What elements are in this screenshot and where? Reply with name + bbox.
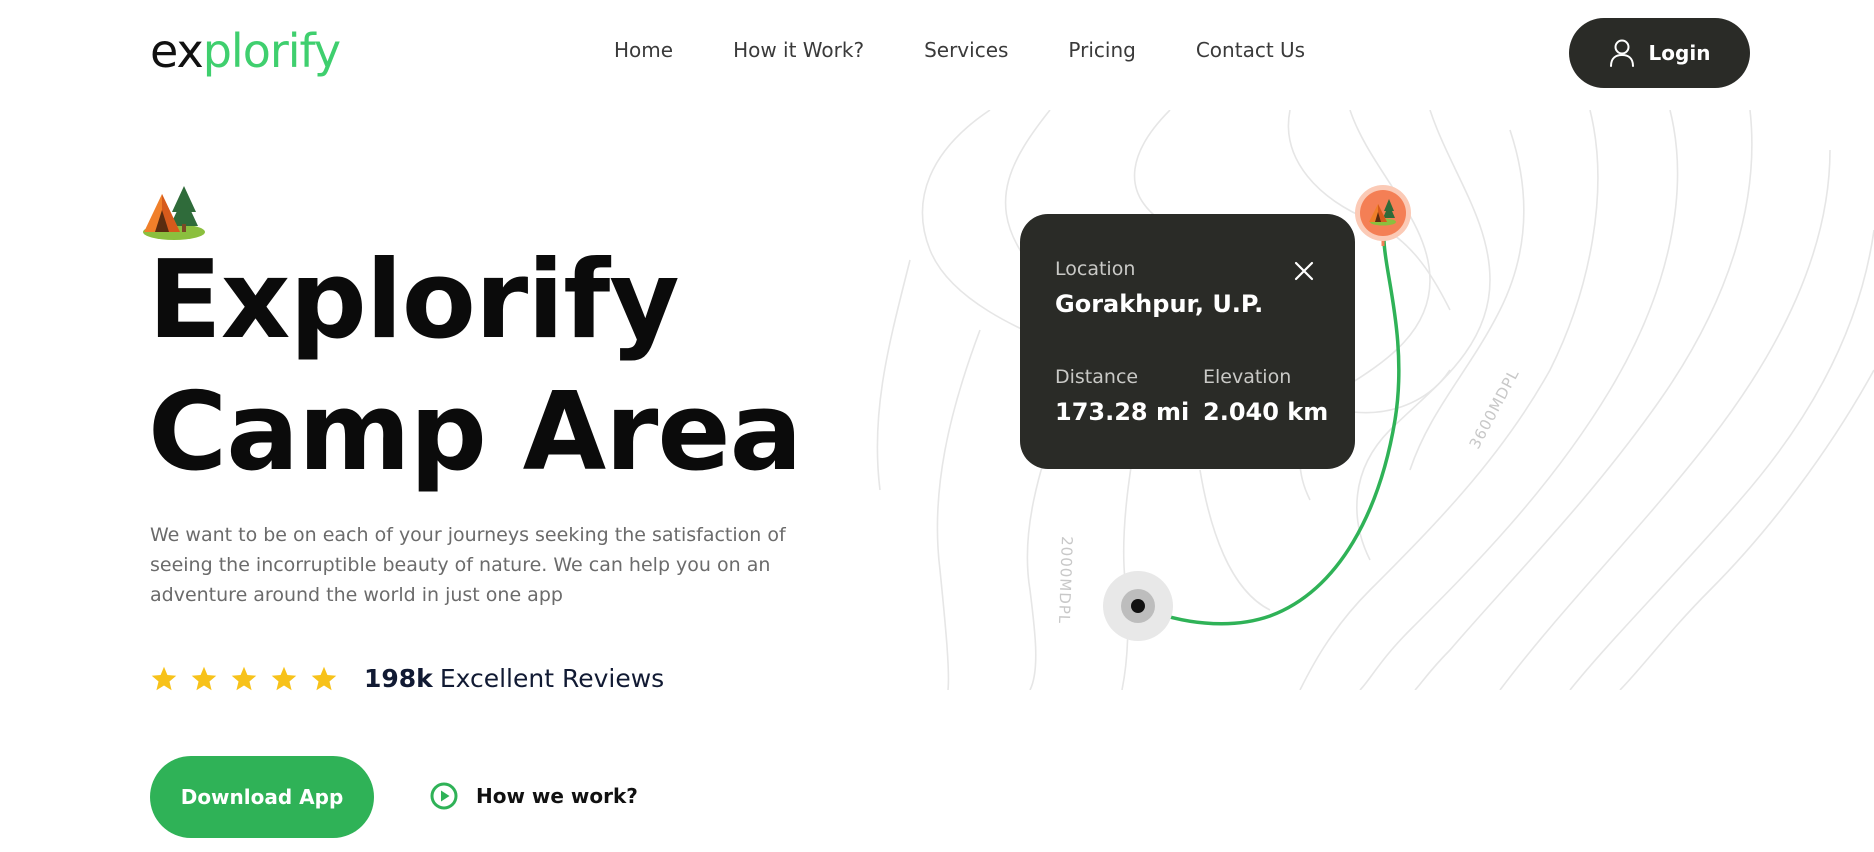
nav-how-it-work[interactable]: How it Work? [733,38,864,62]
play-icon [430,782,458,810]
logo[interactable]: explorify [150,28,341,74]
nav-contact-us[interactable]: Contact Us [1196,38,1305,62]
logo-part1: ex [150,24,204,78]
nav-services[interactable]: Services [924,38,1008,62]
login-label: Login [1648,41,1711,65]
hero-title-line1: Explorify [148,238,680,363]
location-info-card: Location Gorakhpur, U.P. Distance 173.28… [1020,214,1355,469]
nav-pricing[interactable]: Pricing [1068,38,1135,62]
star-icon [231,666,257,690]
hero-description: We want to be on each of your journeys s… [150,524,786,606]
rating-stars [150,665,338,693]
elevation-value: 2.040 km [1203,398,1329,426]
star-icon [151,666,177,690]
how-we-work-label: How we work? [476,784,638,808]
hero-title: Explorify Camp Area [148,235,803,499]
review-label: Excellent Reviews [439,664,665,693]
location-label: Location [1055,258,1136,280]
login-button[interactable]: Login [1569,18,1750,88]
tent-icon [1355,185,1411,246]
elevation-label: Elevation [1203,366,1292,388]
user-icon [1609,39,1634,67]
reviews: 198k Excellent Reviews [150,664,664,693]
nav-home[interactable]: Home [614,38,673,62]
distance-value: 173.28 mi [1055,398,1190,426]
hero-title-line2: Camp Area [148,370,803,495]
tent-icon [143,186,205,240]
logo-part2: plorify [202,24,341,78]
contour-label-3600mdpl: 3600MDPL [1466,366,1523,452]
map-pin-icon [1103,571,1173,641]
main-nav: Home How it Work? Services Pricing Conta… [614,38,1305,62]
review-count: 198k [364,664,433,693]
how-we-work-link[interactable]: How we work? [430,782,638,810]
location-value: Gorakhpur, U.P. [1055,290,1264,318]
star-icon [191,666,217,690]
camp-pin[interactable] [1354,184,1412,254]
distance-label: Distance [1055,366,1139,388]
close-icon[interactable] [1292,259,1316,283]
download-app-button[interactable]: Download App [150,756,374,838]
star-icon [311,666,337,690]
star-icon [271,666,297,690]
contour-label-2000mdpl: 2000MDPL [1055,536,1076,625]
start-pin[interactable] [1102,570,1174,642]
